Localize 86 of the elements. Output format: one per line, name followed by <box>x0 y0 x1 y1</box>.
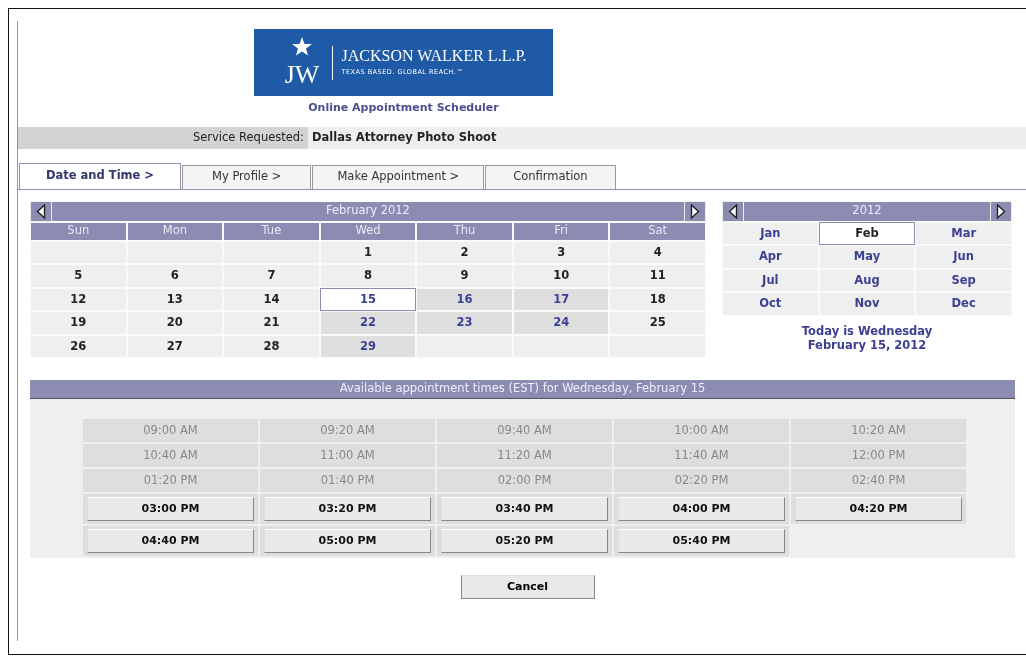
time-slot-button[interactable]: 05:00 PM <box>264 529 431 553</box>
time-slot-button[interactable]: 05:40 PM <box>618 529 785 553</box>
previous-button[interactable] <box>30 200 52 222</box>
day-cell: 2 <box>416 240 513 264</box>
time-slot-button[interactable]: 03:00 PM <box>87 497 254 521</box>
time-slot: 02:00 PM <box>437 469 612 492</box>
time-slot-button[interactable]: 03:20 PM <box>264 497 431 521</box>
weekday-header: Mon <box>126 221 224 241</box>
day-cell: 7 <box>223 264 320 288</box>
day-cell: 25 <box>609 311 706 335</box>
time-slot: 09:40 AM <box>437 419 612 442</box>
day-cell: 12 <box>30 287 127 311</box>
month-title: February 2012 <box>52 201 684 221</box>
time-slot: 10:40 AM <box>83 444 258 467</box>
weekday-header: Fri <box>512 221 610 241</box>
day-cell: 21 <box>223 311 320 335</box>
month-link[interactable]: Jul <box>722 268 819 292</box>
cancel-button[interactable]: Cancel <box>460 575 595 599</box>
month-link[interactable]: Dec <box>915 292 1012 316</box>
time-slot: 11:20 AM <box>437 444 612 467</box>
time-slot: 02:20 PM <box>614 469 789 492</box>
today-text: February 15, 2012 <box>806 338 928 354</box>
time-slot: 12:00 PM <box>791 444 966 467</box>
day-link[interactable]: 24 <box>512 311 610 335</box>
day-cell: 4 <box>609 240 706 264</box>
month-link[interactable]: Apr <box>722 245 819 269</box>
time-slot: 02:40 PM <box>791 469 966 492</box>
today-text: Today is Wednesday <box>800 323 934 339</box>
right-arrow-icon <box>996 203 1006 219</box>
time-slot-button[interactable]: 04:20 PM <box>795 497 962 521</box>
tab[interactable]: Make Appointment > <box>312 164 485 189</box>
weekday-header: Tue <box>223 221 320 241</box>
service-value: Dallas Attorney Photo Shoot <box>311 128 497 146</box>
day-cell: 14 <box>223 287 320 311</box>
month-link[interactable]: May <box>818 245 916 269</box>
month-link[interactable]: Nov <box>818 292 916 316</box>
weekday-header: Sun <box>30 221 127 241</box>
month-link[interactable]: Sep <box>915 268 1012 292</box>
service-label: Service Requested: <box>18 126 308 149</box>
time-slot: 10:20 AM <box>791 419 966 442</box>
day-link[interactable]: 23 <box>416 311 513 335</box>
tab[interactable]: Confirmation <box>485 164 616 189</box>
month-link[interactable]: Jun <box>915 245 1012 269</box>
time-slot: 01:20 PM <box>83 469 258 492</box>
day-cell: 19 <box>30 311 127 335</box>
year-title: 2012 <box>744 201 990 221</box>
day-cell: 11 <box>609 264 706 288</box>
month-link[interactable]: Oct <box>722 292 819 316</box>
app-title: Online Appointment Scheduler <box>307 100 500 116</box>
time-slot-button[interactable]: 04:00 PM <box>618 497 785 521</box>
tab[interactable]: Date and Time > <box>19 162 181 189</box>
next-button[interactable] <box>684 200 706 222</box>
day-link[interactable]: 16 <box>416 287 513 311</box>
month-link[interactable]: Mar <box>915 221 1012 245</box>
tab[interactable]: My Profile > <box>182 164 312 189</box>
day-cell: 18 <box>609 287 706 311</box>
times-title: Available appointment times (EST) for Wednesday, February 15 <box>30 380 1015 399</box>
time-slot-button[interactable]: 03:40 PM <box>441 497 608 521</box>
left-arrow-icon <box>728 203 738 219</box>
time-slot-button[interactable]: 04:40 PM <box>87 529 254 553</box>
day-cell: 28 <box>223 334 320 358</box>
day-cell: 20 <box>126 311 224 335</box>
time-slot: 11:40 AM <box>614 444 789 467</box>
time-slot: 10:00 AM <box>614 419 789 442</box>
next-button[interactable] <box>990 200 1012 222</box>
day-cell: 26 <box>30 334 127 358</box>
logo-name: JACKSON WALKER L.L.P. <box>341 47 527 64</box>
time-slot: 09:20 AM <box>260 419 435 442</box>
previous-button[interactable] <box>722 200 744 222</box>
time-slot-button[interactable]: 05:20 PM <box>441 529 608 553</box>
day-cell: 8 <box>319 264 417 288</box>
time-slot: 11:00 AM <box>260 444 435 467</box>
weekday-header: Sat <box>609 221 706 241</box>
day-cell: 5 <box>30 264 127 288</box>
time-slot: 01:40 PM <box>260 469 435 492</box>
month-link[interactable]: Jan <box>722 221 819 245</box>
day-cell: 6 <box>126 264 224 288</box>
weekday-header: Wed <box>319 221 417 241</box>
right-arrow-icon <box>690 203 700 219</box>
left-arrow-icon <box>36 203 46 219</box>
day-link[interactable]: 22 <box>319 311 417 335</box>
day-cell: 10 <box>512 264 610 288</box>
weekday-header: Thu <box>416 221 513 241</box>
time-slot: 09:00 AM <box>83 419 258 442</box>
day-cell: 9 <box>416 264 513 288</box>
month-link[interactable]: Feb <box>818 221 916 245</box>
